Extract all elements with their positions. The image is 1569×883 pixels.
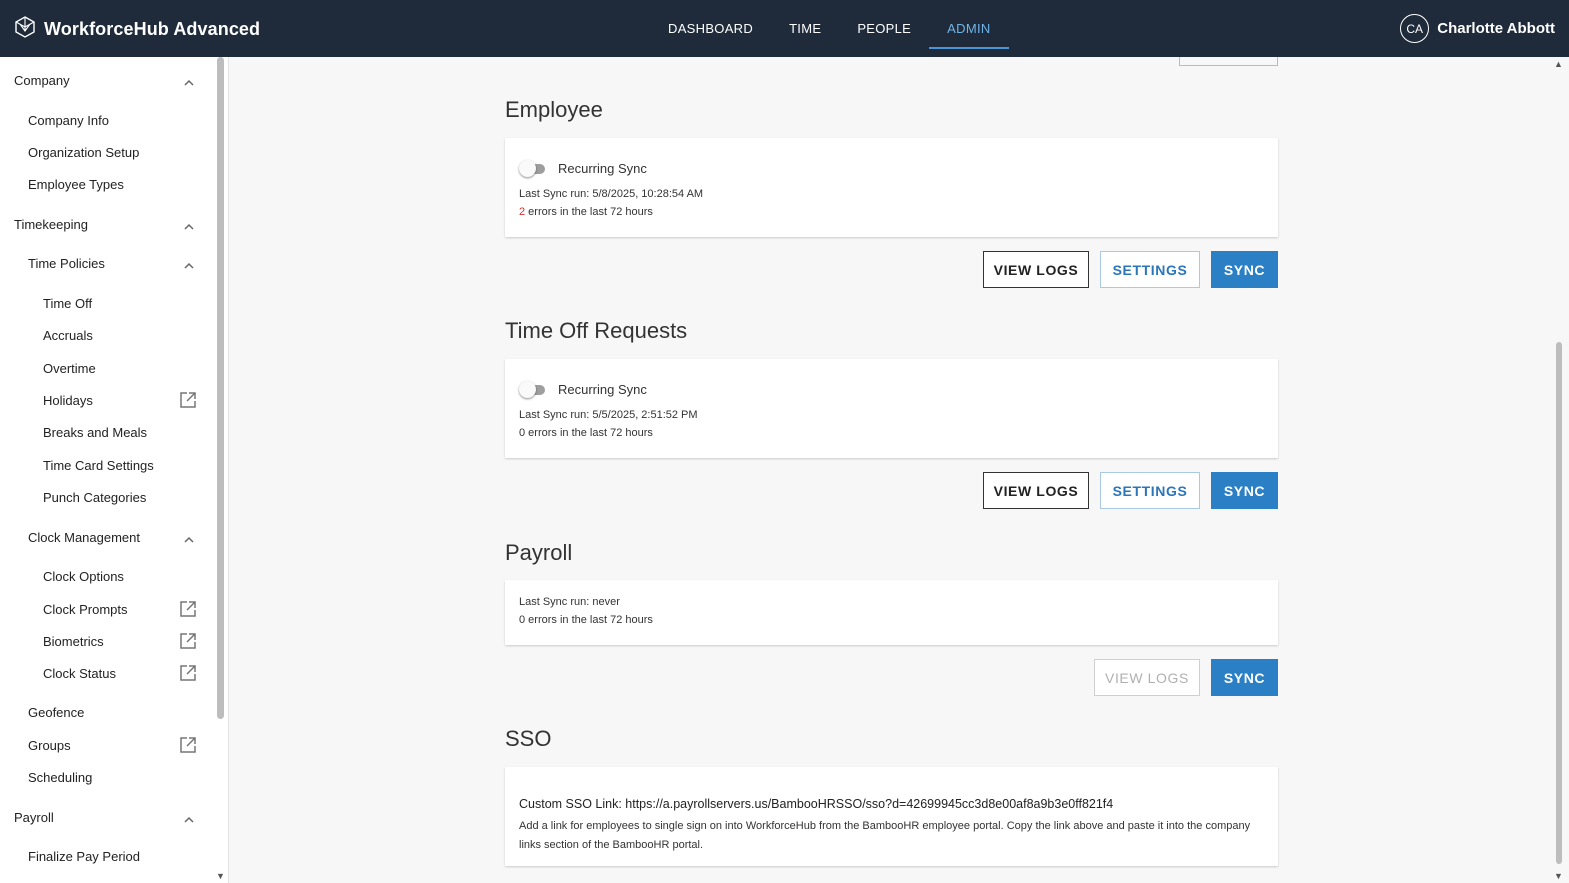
view-logs-button-disabled: VIEW LOGS (1094, 659, 1200, 696)
chevron-up-icon[interactable] (184, 219, 194, 230)
last-sync-text: Last Sync run: 5/8/2025, 10:28:54 AM (519, 188, 704, 200)
partial-button[interactable] (1179, 57, 1278, 66)
chevron-up-icon[interactable] (184, 532, 194, 543)
recurring-sync-toggle[interactable] (519, 380, 547, 398)
sidebar-item-geofence[interactable]: Geofence (28, 705, 84, 720)
last-sync-text: Last Sync run: never (519, 596, 620, 608)
error-suffix: errors in the last 72 hours (525, 206, 653, 218)
sidebar-item-time-off[interactable]: Time Off (43, 296, 92, 311)
sidebar-item-employee-types[interactable]: Employee Types (28, 177, 124, 192)
sidebar-item-groups[interactable]: Groups (28, 738, 71, 753)
recurring-sync-toggle[interactable] (519, 159, 547, 177)
sidebar-item-clock-management[interactable]: Clock Management (28, 530, 140, 545)
sidebar-scrollbar[interactable]: ▼ (216, 57, 226, 883)
scroll-up-arrow-icon[interactable]: ▲ (1554, 59, 1563, 69)
employee-sync-card: Recurring Sync Last Sync run: 5/8/2025, … (505, 138, 1278, 237)
sidebar-item-overtime[interactable]: Overtime (43, 361, 96, 376)
chevron-up-icon[interactable] (184, 258, 194, 269)
error-summary: 0 errors in the last 72 hours (519, 614, 653, 626)
sidebar-item-organization-setup[interactable]: Organization Setup (28, 145, 139, 160)
payroll-sync-card: Last Sync run: never 0 errors in the las… (505, 580, 1278, 645)
error-summary: 0 errors in the last 72 hours (519, 427, 653, 439)
external-link-icon[interactable] (179, 736, 197, 754)
sidebar-item-clock-prompts[interactable]: Clock Prompts (43, 602, 128, 617)
view-logs-button[interactable]: VIEW LOGS (983, 472, 1089, 509)
sidebar-scroll-thumb[interactable] (217, 57, 224, 719)
user-menu[interactable]: CA Charlotte Abbott (1400, 14, 1555, 43)
avatar: CA (1400, 14, 1430, 43)
scroll-down-arrow-icon[interactable]: ▼ (216, 871, 225, 881)
nav-people[interactable]: PEOPLE (839, 0, 929, 57)
sidebar-item-company-info[interactable]: Company Info (28, 113, 109, 128)
last-sync-text: Last Sync run: 5/5/2025, 2:51:52 PM (519, 409, 698, 421)
section-title-payroll: Payroll (505, 540, 573, 565)
logo-icon (14, 16, 36, 43)
sso-description: Add a link for employees to single sign … (519, 820, 1251, 851)
nav-admin[interactable]: ADMIN (929, 0, 1009, 57)
sidebar-item-time-policies[interactable]: Time Policies (28, 256, 105, 271)
external-link-icon[interactable] (179, 664, 197, 682)
sidebar-item-timekeeping[interactable]: Timekeeping (14, 217, 88, 232)
sso-card: Custom SSO Link: https://a.payrollserver… (505, 767, 1278, 866)
top-app-bar: WorkforceHub Advanced DASHBOARD TIME PEO… (0, 0, 1569, 57)
view-logs-button[interactable]: VIEW LOGS (983, 251, 1089, 288)
sidebar: Company Company Info Organization Setup Emp… (0, 57, 229, 883)
sidebar-item-payroll[interactable]: Payroll (14, 810, 54, 825)
main-scrollbar[interactable]: ▲ ▼ (1553, 57, 1565, 883)
chevron-up-icon[interactable] (184, 75, 194, 86)
sidebar-item-clock-status[interactable]: Clock Status (43, 666, 116, 681)
sidebar-item-holidays[interactable]: Holidays (43, 393, 93, 408)
chevron-up-icon[interactable] (184, 812, 194, 823)
sidebar-item-accruals[interactable]: Accruals (43, 328, 93, 343)
settings-button[interactable]: SETTINGS (1100, 472, 1200, 509)
section-title-sso: SSO (505, 726, 552, 751)
sidebar-item-biometrics[interactable]: Biometrics (43, 634, 104, 649)
sidebar-item-finalize-pay-period[interactable]: Finalize Pay Period (28, 849, 140, 864)
time-off-sync-card: Recurring Sync Last Sync run: 5/5/2025, … (505, 359, 1278, 458)
sidebar-item-punch-categories[interactable]: Punch Categories (43, 490, 146, 505)
external-link-icon[interactable] (179, 632, 197, 650)
toggle-label: Recurring Sync (558, 382, 647, 397)
sidebar-item-breaks-and-meals[interactable]: Breaks and Meals (43, 425, 147, 440)
settings-button[interactable]: SETTINGS (1100, 251, 1200, 288)
nav-time[interactable]: TIME (771, 0, 839, 57)
user-name: Charlotte Abbott (1437, 20, 1555, 37)
external-link-icon[interactable] (179, 391, 197, 409)
app-title: WorkforceHub Advanced (44, 19, 261, 39)
scroll-down-arrow-icon[interactable]: ▼ (1554, 871, 1563, 881)
sidebar-item-scheduling[interactable]: Scheduling (28, 770, 92, 785)
sidebar-item-time-card-settings[interactable]: Time Card Settings (43, 458, 154, 473)
main-nav: DASHBOARD TIME PEOPLE ADMIN (650, 0, 1009, 57)
error-summary: 2 errors in the last 72 hours (519, 206, 653, 218)
sidebar-item-clock-options[interactable]: Clock Options (43, 569, 124, 584)
toggle-label: Recurring Sync (558, 161, 647, 176)
sync-button[interactable]: SYNC (1211, 472, 1278, 509)
section-title-employee: Employee (505, 97, 603, 122)
nav-dashboard[interactable]: DASHBOARD (650, 0, 771, 57)
sso-link-text[interactable]: Custom SSO Link: https://a.payrollserver… (519, 797, 1113, 811)
sync-button[interactable]: SYNC (1211, 659, 1278, 696)
main-scroll-thumb[interactable] (1556, 342, 1562, 864)
section-title-time-off: Time Off Requests (505, 318, 688, 343)
main-content: Employee Recurring Sync Last Sync run: 5… (229, 57, 1569, 883)
brand[interactable]: WorkforceHub Advanced (14, 16, 260, 43)
sidebar-item-company[interactable]: Company (14, 73, 70, 88)
external-link-icon[interactable] (179, 600, 197, 618)
sync-button[interactable]: SYNC (1211, 251, 1278, 288)
